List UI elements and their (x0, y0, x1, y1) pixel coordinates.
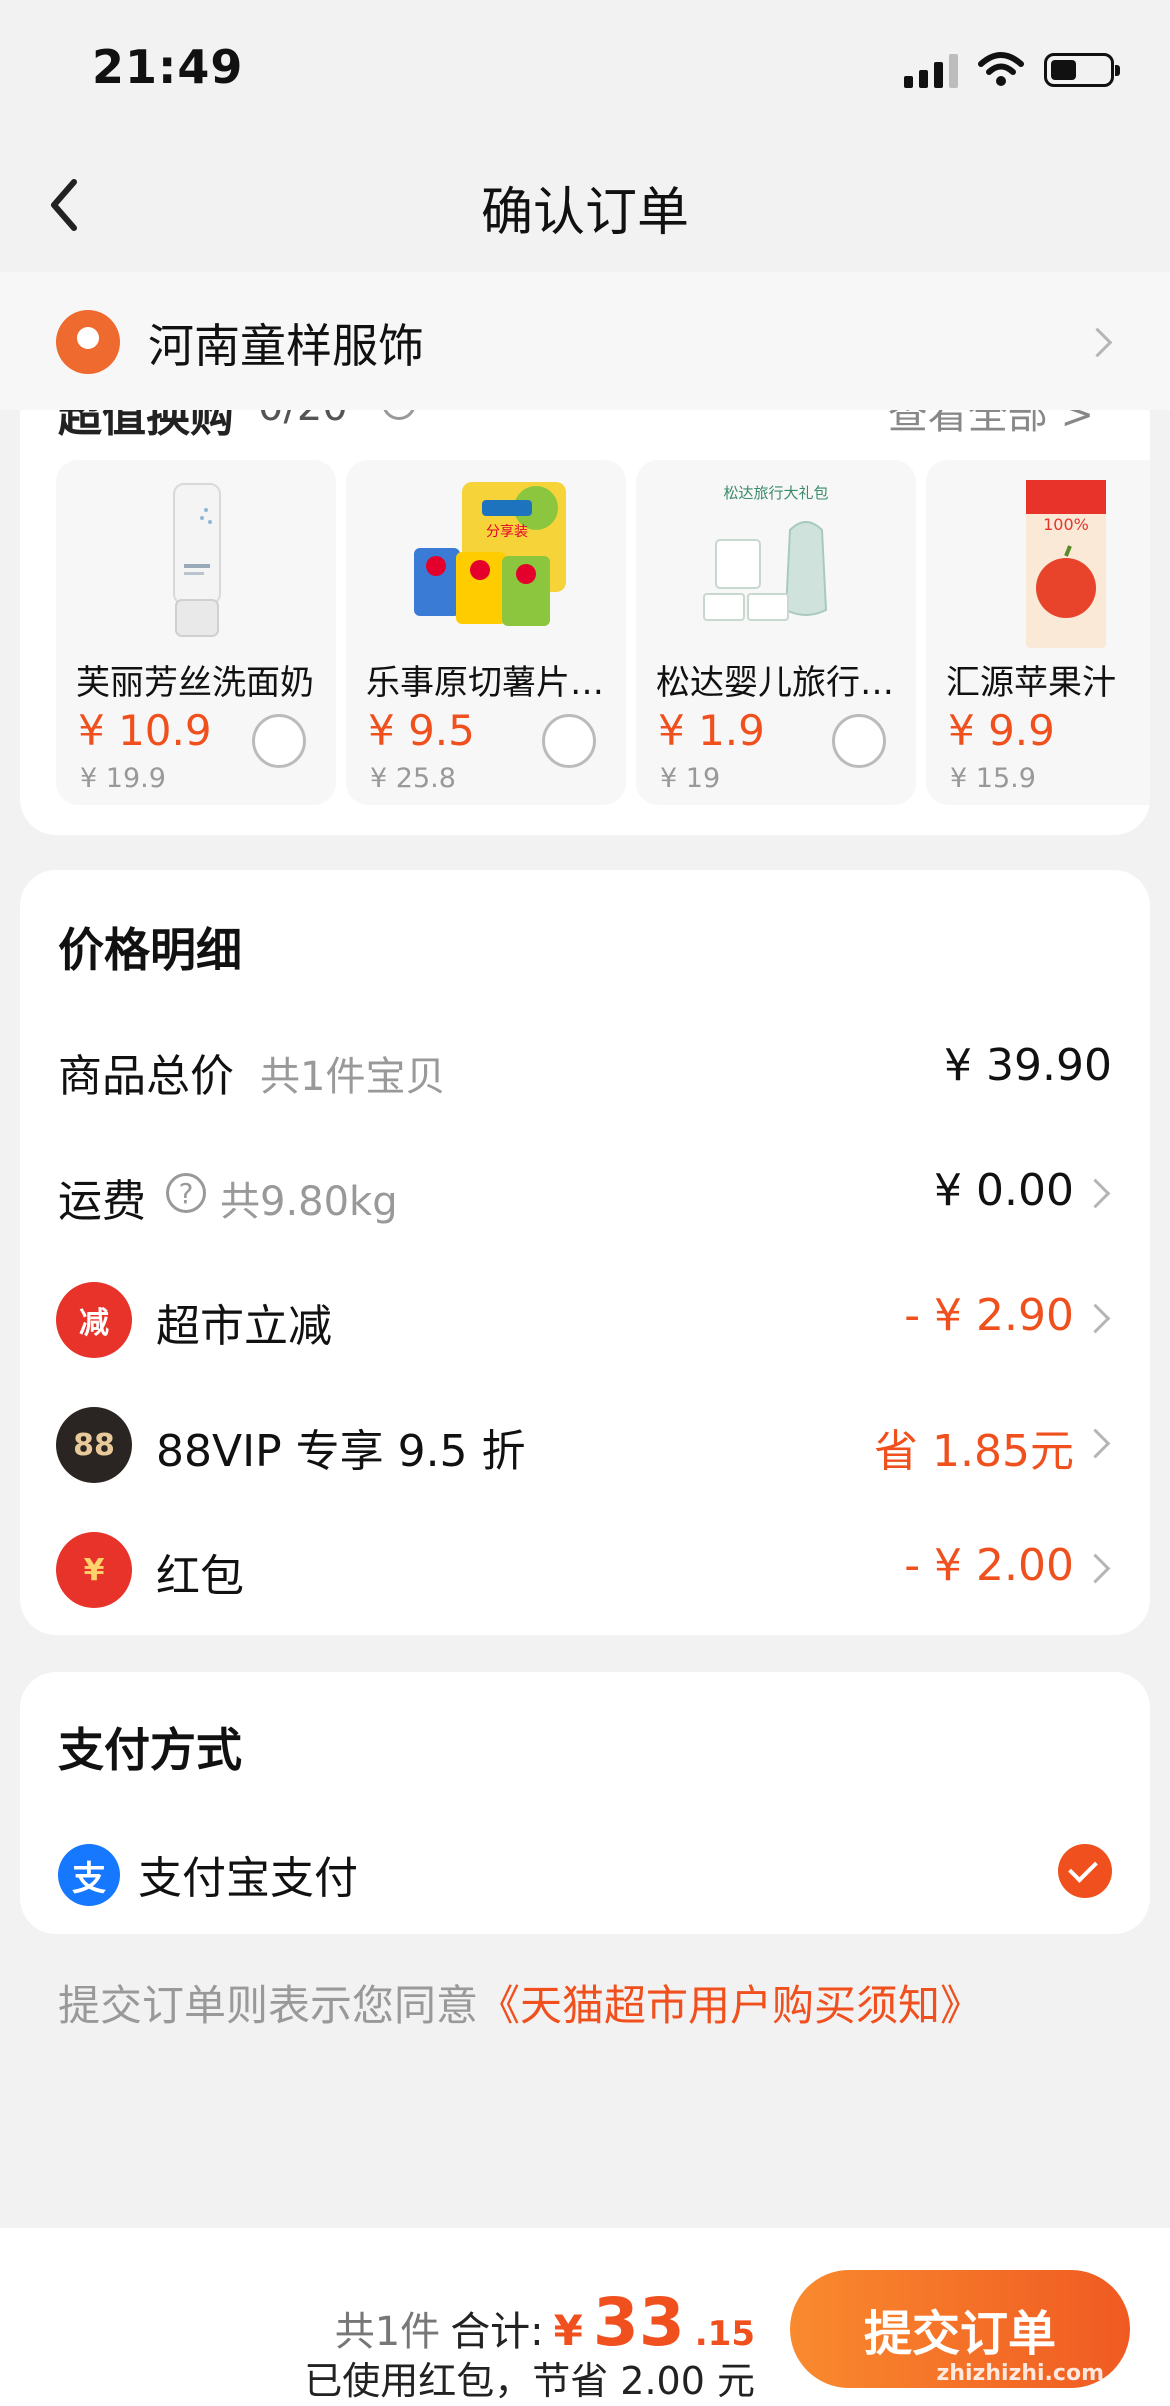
product-strip: 芙丽芳丝洗面奶 ¥ 10.9 ¥ 19.9 分享装 乐事原切薯片分享装 ¥ 9.… (56, 460, 1150, 805)
shipping-value[interactable]: ¥ 0.00 (934, 1165, 1074, 1216)
product-original-price: ¥ 19.9 (80, 763, 166, 794)
shipping-weight: 共9.80kg (220, 1179, 398, 1225)
goods-count: 共1件宝贝 (260, 1054, 446, 1100)
product-original-price: ¥ 15.9 (950, 763, 1036, 794)
goods-total-value: ¥ 39.90 (944, 1040, 1112, 1091)
status-time: 21:49 (92, 40, 244, 94)
agreement-text: 提交订单则表示您同意《天猫超市用户购买须知》 (58, 1972, 982, 2033)
help-icon[interactable]: ? (166, 1173, 206, 1213)
item-count: 共1件 (334, 2309, 441, 2355)
minus-badge-icon: 减 (56, 1282, 132, 1358)
watermark: zhizhizhi.com (936, 2361, 1104, 2386)
total-currency: ¥ (553, 2306, 583, 2355)
page-title: 确认订单 (480, 183, 689, 243)
product-card[interactable]: 100% 汇源苹果汁 ¥ 9.9 ¥ 15.9 (926, 460, 1150, 805)
product-card[interactable]: 芙丽芳丝洗面奶 ¥ 10.9 ¥ 19.9 (56, 460, 336, 805)
address-bar[interactable]: 河南童样服饰 (0, 272, 1170, 410)
address-name: 河南童样服饰 (148, 319, 424, 373)
vip-label: 88VIP 专享 9.5 折 (156, 1426, 526, 1477)
redpacket-label: 红包 (156, 1551, 244, 1602)
product-card[interactable]: 松达旅行大礼包 松达婴儿旅行大礼包 ¥ 1.9 ¥ 19 (636, 460, 916, 805)
product-image-baby-kit: 松达旅行大礼包 (703, 484, 829, 621)
price-detail-card: 价格明细 商品总价 共1件宝贝 ¥ 39.90 运费 ? 共9.80kg ¥ 0… (20, 870, 1150, 1635)
select-radio[interactable] (252, 714, 306, 768)
vip88-icon: 88 (56, 1407, 132, 1483)
chevron-right-icon[interactable] (1080, 1303, 1111, 1334)
chevron-right-icon[interactable] (1080, 1178, 1111, 1209)
payment-title: 支付方式 (58, 1723, 242, 1777)
submit-order-button[interactable]: 提交订单 zhizhizhi.com (790, 2270, 1130, 2388)
payment-method[interactable]: 支付宝支付 (138, 1842, 358, 1906)
saved-text: 已使用红包，节省 2.00 元 (304, 2359, 755, 2403)
product-name: 汇源苹果汁 (946, 663, 1116, 703)
chevron-right-icon[interactable] (1080, 1428, 1111, 1459)
product-original-price: ¥ 19 (660, 763, 721, 794)
product-name: 松达婴儿旅行大礼包 (656, 663, 911, 703)
vip-value[interactable]: 省 1.85元 (874, 1415, 1074, 1479)
battery-icon (1044, 53, 1120, 87)
product-price: ¥ 10.9 (78, 706, 212, 755)
wifi-icon (978, 52, 1024, 86)
shipping-label: 运费 (58, 1176, 146, 1227)
select-radio[interactable] (542, 714, 596, 768)
payment-card: 支付方式 支 支付宝支付 (20, 1672, 1150, 1934)
submit-label: 提交订单 (863, 2306, 1056, 2362)
select-radio[interactable] (832, 714, 886, 768)
signal-icon (904, 52, 958, 88)
total-decimal: .15 (694, 2314, 755, 2354)
product-original-price: ¥ 25.8 (370, 763, 456, 794)
chevron-right-icon (1082, 327, 1113, 358)
product-image-cleanser (173, 483, 221, 637)
product-name: 乐事原切薯片分享装 (366, 663, 621, 703)
bottom-bar: 共1件 合计: ¥33.15 已使用红包，节省 2.00 元 提交订单 zhiz… (0, 2228, 1170, 2406)
recommend-card: 超值换购 0/20 查看全部 > 芙丽芳丝洗面奶 ¥ 10.9 ¥ 19.9 (20, 380, 1150, 835)
product-image-juice: 100% (1026, 480, 1106, 648)
checkmark-icon[interactable] (1058, 1844, 1112, 1898)
juice-box-text: 100% (1043, 515, 1089, 534)
product-price: ¥ 9.9 (948, 706, 1055, 755)
product-name: 芙丽芳丝洗面奶 (76, 663, 314, 703)
discount-value[interactable]: - ¥ 2.90 (904, 1290, 1074, 1341)
agreement-link[interactable]: 《天猫超市用户购买须知》 (478, 1981, 982, 2030)
alipay-icon: 支 (58, 1844, 120, 1906)
chips-pack-text: 分享装 (486, 523, 528, 540)
status-icons (904, 52, 1120, 88)
chevron-right-icon[interactable] (1080, 1553, 1111, 1584)
product-price: ¥ 1.9 (658, 706, 765, 755)
agreement-prefix: 提交订单则表示您同意 (58, 1981, 479, 2030)
goods-total-label: 商品总价 (58, 1051, 234, 1102)
location-pin-icon (56, 310, 120, 374)
price-detail-title: 价格明细 (58, 923, 242, 977)
product-price: ¥ 9.5 (368, 706, 475, 755)
discount-label: 超市立减 (156, 1301, 332, 1352)
red-packet-icon: ¥ (56, 1532, 132, 1608)
baby-kit-text: 松达旅行大礼包 (723, 484, 828, 502)
product-card[interactable]: 分享装 乐事原切薯片分享装 ¥ 9.5 ¥ 25.8 (346, 460, 626, 805)
product-image-chips: 分享装 (414, 482, 566, 626)
total-label: 合计: (450, 2309, 544, 2355)
redpacket-value[interactable]: - ¥ 2.00 (904, 1540, 1074, 1591)
